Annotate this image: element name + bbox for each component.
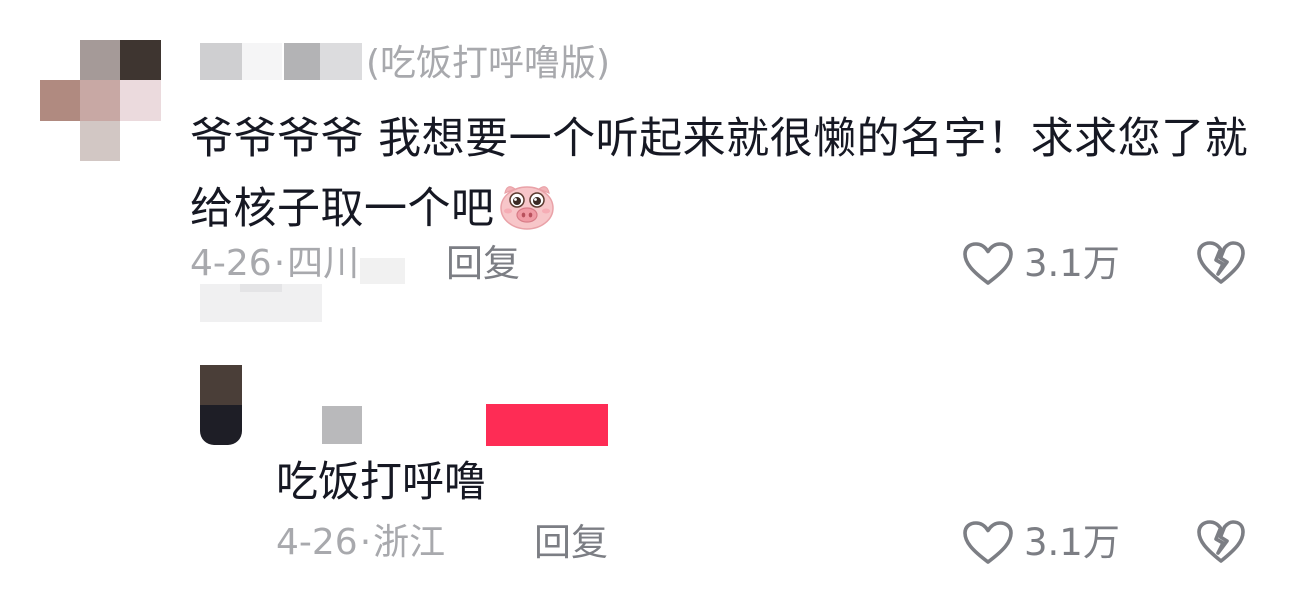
heart-outline-icon — [962, 520, 1014, 566]
author-badge — [486, 404, 608, 446]
meta-separator: · — [359, 522, 372, 563]
comment-location: 浙江 — [373, 522, 446, 563]
like-button[interactable]: 3.1万 — [962, 240, 1120, 288]
like-count: 3.1万 — [1024, 521, 1120, 564]
comment-date: 4-26 — [276, 522, 358, 563]
comment-text[interactable]: 吃饭打呼噜 — [276, 452, 486, 512]
reply-button[interactable]: 回复 — [534, 519, 608, 567]
like-button[interactable]: 3.1万 — [962, 519, 1120, 567]
broken-heart-icon[interactable] — [1196, 240, 1246, 290]
comment-text-content: 爷爷爷爷 我想要一个听起来就很懒的名字！求求您了就给核子取一个吧 — [190, 114, 1249, 234]
comment-text[interactable]: 爷爷爷爷 我想要一个听起来就很懒的名字！求求您了就给核子取一个吧 — [190, 104, 1270, 244]
comment-date: 4-26 — [190, 243, 272, 284]
username-suffix[interactable]: (吃饭打呼噜版) — [366, 38, 610, 90]
comment-meta: 4-26·浙江 — [276, 519, 445, 567]
broken-heart-icon[interactable] — [1196, 519, 1246, 569]
comment-meta: 4-26·四川 — [190, 240, 359, 288]
like-count: 3.1万 — [1024, 242, 1120, 285]
meta-separator: · — [273, 243, 286, 284]
comment-location: 四川 — [287, 243, 360, 284]
reply-button[interactable]: 回复 — [446, 240, 520, 288]
pig-face-emoji — [499, 181, 555, 231]
heart-outline-icon — [962, 241, 1014, 287]
comment-section: (吃饭打呼噜版) 爷爷爷爷 我想要一个听起来就很懒的名字！求求您了就给核子取一个… — [0, 0, 1298, 600]
